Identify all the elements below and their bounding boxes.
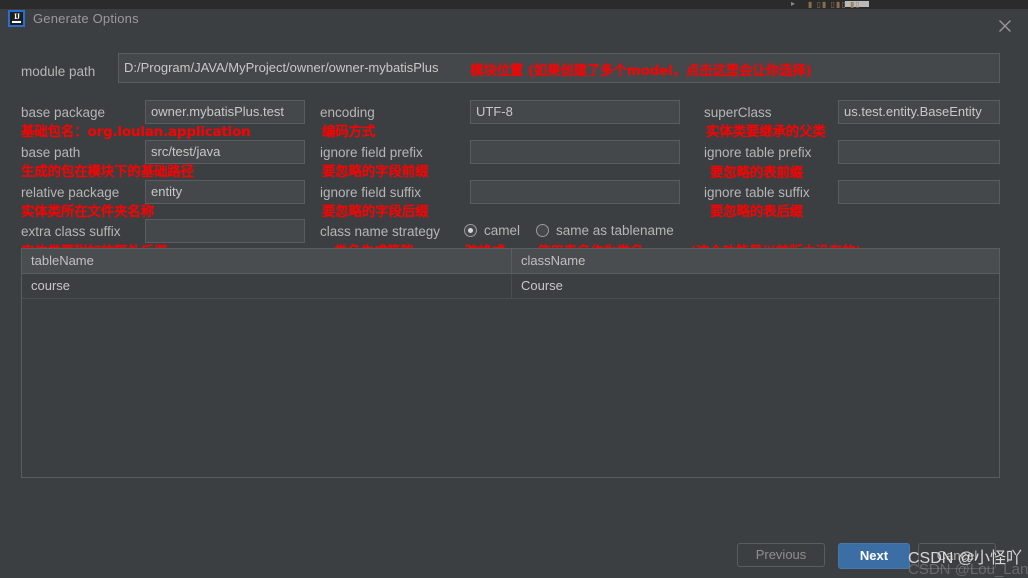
radio-same-as-tablename-label: same as tablename [556, 223, 674, 238]
close-icon[interactable] [996, 17, 1014, 35]
column-header-tablename[interactable]: tableName [22, 249, 512, 273]
radio-camel-indicator[interactable] [464, 224, 477, 237]
radio-same-as-tablename-indicator[interactable] [536, 224, 549, 237]
encoding-label: encoding [320, 105, 375, 120]
radio-camel-label: camel [484, 223, 521, 238]
base-package-annotation: 基础包名：org.loulan.application [21, 124, 251, 140]
super-class-annotation: 实体类要继承的父类 [706, 124, 826, 140]
ignore-field-suffix-input[interactable] [470, 180, 680, 204]
ignore-field-suffix-label: ignore field suffix [320, 185, 422, 200]
base-path-annotation: 生成的包在模块下的基础路径 [21, 164, 194, 180]
ignore-field-prefix-label: ignore field prefix [320, 145, 423, 160]
extra-class-suffix-label: extra class suffix [21, 224, 121, 239]
relative-package-label: relative package [21, 185, 120, 200]
cell-classname[interactable]: Course [512, 274, 999, 298]
ignore-table-prefix-input[interactable] [838, 140, 1000, 164]
radio-same-as-tablename[interactable]: same as tablename [536, 223, 674, 238]
cancel-button[interactable]: Cancel [918, 543, 996, 569]
background-chevron-icon: ▸ [791, 0, 796, 8]
background-toolbar-icons: ▮ ▯▮ ▯▮▯ ▮▯ [808, 0, 861, 9]
previous-button[interactable]: Previous [737, 543, 825, 567]
radio-camel[interactable]: camel [464, 223, 520, 238]
column-header-classname[interactable]: className [512, 249, 999, 273]
ignore-table-suffix-annotation: 要忽略的表后缀 [710, 204, 804, 220]
class-name-strategy-label: class name strategy [320, 224, 441, 239]
next-button[interactable]: Next [838, 543, 910, 569]
module-path-annotation: 模块位置 (如果创建了多个model，点击这里会让你选择) [470, 63, 812, 79]
ignore-field-suffix-annotation: 要忽略的字段后缀 [322, 204, 429, 220]
intellij-idea-icon: IJ [8, 10, 25, 27]
extra-class-suffix-input[interactable] [145, 219, 305, 243]
base-package-label: base package [21, 105, 106, 120]
ignore-field-prefix-input[interactable] [470, 140, 680, 164]
base-path-label: base path [21, 145, 81, 160]
encoding-annotation: 编码方式 [322, 124, 376, 140]
ignore-table-suffix-label: ignore table suffix [704, 185, 810, 200]
super-class-input[interactable]: us.test.entity.BaseEntity [838, 100, 1000, 124]
encoding-input[interactable]: UTF-8 [470, 100, 680, 124]
relative-package-annotation: 实体类所在文件夹名称 [21, 204, 154, 220]
ignore-field-prefix-annotation: 要忽略的字段前缀 [322, 164, 429, 180]
relative-package-input[interactable]: entity [145, 180, 305, 204]
cell-tablename: course [22, 274, 512, 298]
super-class-label: superClass [704, 105, 772, 120]
dialog-titlebar: IJ Generate Options [0, 9, 1028, 41]
module-path-label: module path [21, 64, 96, 79]
tables-mapping-table[interactable]: tableName className course Course [21, 248, 1000, 478]
table-row[interactable]: course Course [22, 274, 999, 299]
table-header-row: tableName className [22, 249, 999, 274]
background-window-sliver: ▸ ▮ ▯▮ ▯▮▯ ▮▯ [0, 0, 1028, 9]
ignore-table-suffix-input[interactable] [838, 180, 1000, 204]
ignore-table-prefix-label: ignore table prefix [704, 145, 812, 160]
generate-options-dialog: IJ Generate Options module path D:/Progr… [0, 9, 1028, 578]
dialog-title: Generate Options [33, 11, 139, 26]
ignore-table-prefix-annotation: 要忽略的表前缀 [710, 165, 804, 181]
